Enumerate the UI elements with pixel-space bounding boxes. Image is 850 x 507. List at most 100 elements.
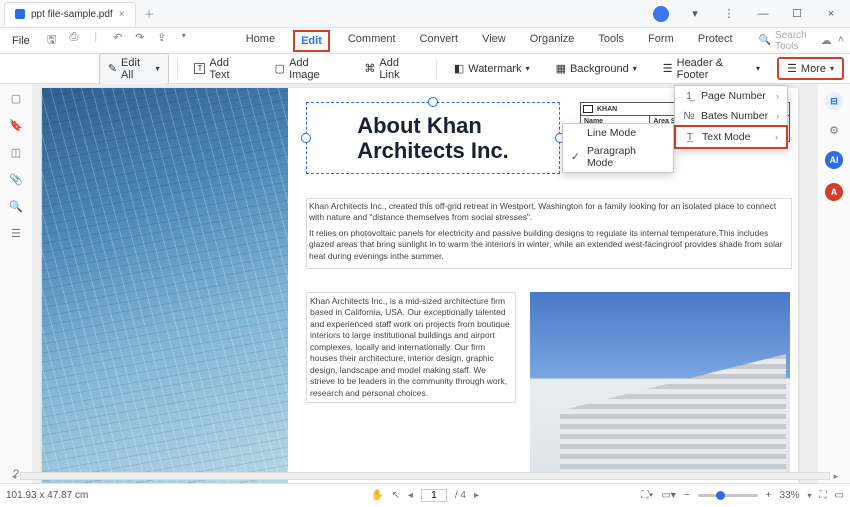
brand-logo-icon	[583, 105, 593, 113]
next-page-icon[interactable]: ▸	[474, 490, 479, 501]
file-menu[interactable]: File	[6, 33, 36, 49]
layers-icon[interactable]: ◫	[11, 146, 21, 159]
properties-icon[interactable]: ⚙	[829, 124, 839, 137]
close-tab-icon[interactable]: ×	[119, 9, 125, 20]
pencil-icon: ✎	[108, 62, 117, 75]
scroll-track[interactable]	[20, 472, 830, 480]
secondary-image	[530, 292, 790, 480]
menu-text-mode[interactable]: T̲ Text Mode ›	[674, 125, 788, 149]
cloud-icon[interactable]: ☁	[821, 34, 832, 47]
title-text[interactable]: About Khan Architects Inc.	[357, 113, 509, 164]
search-panel-icon[interactable]: 🔍	[9, 200, 23, 213]
ai-assistant-icon[interactable]: AI	[825, 151, 843, 169]
tab-tools[interactable]: Tools	[592, 30, 630, 52]
zoom-in-icon[interactable]: +	[766, 490, 772, 501]
hand-tool-icon[interactable]: ✋	[371, 490, 383, 501]
bates-number-icon: №	[683, 110, 695, 122]
page-number-icon: 1̲	[683, 90, 695, 102]
titlebar: ppt file-sample.pdf × ＋ ▾ ⋮ — ☐ ×	[0, 0, 850, 28]
resize-handle-left[interactable]	[301, 133, 311, 143]
ribbon-edit: ✎ Edit All ▾ T Add Text ▢ Add Image ⌘ Ad…	[0, 54, 850, 84]
paragraph-block-1[interactable]: Khan Architects Inc., created this off-g…	[306, 198, 792, 269]
fields-icon[interactable]: ☰	[11, 227, 21, 240]
background-button[interactable]: ▦ Background ▾	[547, 58, 646, 79]
attachments-icon[interactable]: 📎	[9, 173, 23, 186]
menu-paragraph-mode[interactable]: ✓ Paragraph Mode	[563, 142, 673, 172]
tab-home[interactable]: Home	[240, 30, 281, 52]
scroll-left-icon[interactable]: ◂	[8, 471, 20, 482]
watermark-icon: ◧	[454, 62, 464, 75]
view-mode-icon[interactable]: ▭▾	[661, 490, 675, 501]
add-text-button[interactable]: T Add Text	[185, 53, 257, 85]
tab-form[interactable]: Form	[642, 30, 680, 52]
add-link-button[interactable]: ⌘ Add Link	[355, 53, 427, 85]
chevron-right-icon: ›	[775, 132, 778, 142]
prev-page-icon[interactable]: ◂	[408, 490, 413, 501]
add-image-button[interactable]: ▢ Add Image	[266, 53, 348, 85]
app-services-icon[interactable]: A	[825, 183, 843, 201]
maximize-button[interactable]: ☐	[784, 3, 810, 25]
app-menu-icon[interactable]: ▾	[682, 3, 708, 25]
hero-image	[42, 88, 288, 484]
menu-line-mode[interactable]: Line Mode	[563, 124, 673, 142]
paragraph-block-2[interactable]: Khan Architects Inc., is a mid-sized arc…	[306, 292, 516, 403]
share-icon[interactable]: ⇪	[154, 31, 170, 50]
zoom-slider[interactable]	[698, 494, 758, 497]
quick-access-toolbar: 🖫 ⎙ | ↶ ↷ ⇪ ▾	[44, 31, 192, 50]
tab-title: ppt file-sample.pdf	[31, 9, 113, 20]
minimize-button[interactable]: —	[750, 3, 776, 25]
tab-convert[interactable]: Convert	[414, 30, 465, 52]
scroll-right-icon[interactable]: ▸	[830, 471, 842, 482]
title-text-frame[interactable]: About Khan Architects Inc.	[306, 102, 560, 174]
zoom-out-icon[interactable]: −	[684, 490, 690, 501]
bookmarks-icon[interactable]: 🔖	[9, 119, 23, 132]
resize-handle-top[interactable]	[428, 97, 438, 107]
menu-bates-number[interactable]: № Bates Number ›	[675, 106, 787, 126]
link-icon: ⌘	[364, 62, 375, 75]
statusbar: 101.93 x 47.87 cm ✋ ↖ ◂ / 4 ▸ ⛶▾ ▭▾ − + …	[0, 483, 850, 507]
chevron-down-icon: ▾	[156, 64, 160, 73]
tab-edit[interactable]: Edit	[293, 30, 330, 52]
tab-organize[interactable]: Organize	[524, 30, 581, 52]
redo-icon[interactable]: ↷	[132, 31, 148, 50]
edit-all-button[interactable]: ✎ Edit All ▾	[99, 53, 169, 85]
text-mode-submenu: Line Mode ✓ Paragraph Mode	[562, 123, 674, 173]
more-button[interactable]: ☰ More ▾	[777, 57, 844, 80]
horizontal-scrollbar[interactable]: ◂ ▸	[8, 471, 842, 481]
close-window-button[interactable]: ×	[818, 3, 844, 25]
menubar: File 🖫 ⎙ | ↶ ↷ ⇪ ▾ Home Edit Comment Con…	[0, 28, 850, 54]
header-footer-icon: ☰	[663, 62, 673, 75]
check-icon: ✓	[571, 151, 581, 163]
menu-page-number[interactable]: 1̲ Page Number ›	[675, 86, 787, 106]
select-tool-icon[interactable]: ↖	[391, 490, 399, 501]
new-tab-button[interactable]: ＋	[144, 6, 155, 22]
image-icon: ▢	[275, 62, 285, 75]
print-icon[interactable]: ⎙	[66, 31, 82, 50]
fit-mode-icon[interactable]: ⛶▾	[641, 490, 653, 501]
kebab-menu-icon[interactable]: ⋮	[716, 3, 742, 25]
tab-protect[interactable]: Protect	[692, 30, 739, 52]
page-input[interactable]	[421, 489, 447, 502]
text-icon: T	[194, 63, 205, 74]
search-icon: 🔍	[759, 35, 771, 46]
watermark-button[interactable]: ◧ Watermark ▾	[445, 58, 539, 79]
chevron-right-icon: ›	[776, 111, 779, 121]
right-sidebar: ⊟ ⚙ AI A	[818, 84, 850, 488]
user-avatar[interactable]	[648, 3, 674, 25]
collapse-panel-icon[interactable]: ⊟	[825, 92, 843, 110]
undo-icon[interactable]: ↶	[110, 31, 126, 50]
background-icon: ▦	[556, 62, 566, 75]
thumbnails-icon[interactable]: ▢	[11, 92, 21, 105]
header-footer-button[interactable]: ☰ Header & Footer ▾	[654, 53, 769, 85]
collapse-ribbon-icon[interactable]: ˄	[838, 34, 844, 47]
save-icon[interactable]: 🖫	[44, 31, 60, 50]
tab-view[interactable]: View	[476, 30, 512, 52]
search-tools[interactable]: 🔍 Search Tools	[759, 30, 813, 52]
document-tab[interactable]: ppt file-sample.pdf ×	[4, 2, 136, 26]
tab-comment[interactable]: Comment	[342, 30, 402, 52]
reading-mode-icon[interactable]: ▭	[835, 490, 844, 501]
left-sidebar: ▢ 🔖 ◫ 📎 🔍 ☰ ?	[0, 84, 32, 488]
slider-thumb[interactable]	[716, 491, 725, 500]
zoom-value: 33%	[780, 490, 800, 501]
fullscreen-icon[interactable]: ⛶	[820, 490, 827, 501]
